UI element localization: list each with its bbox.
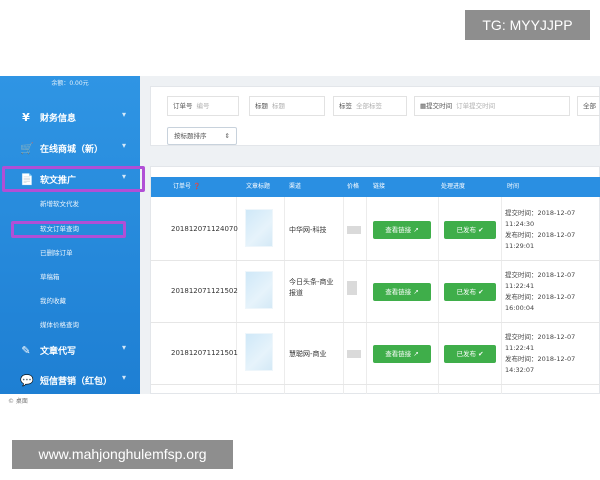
status-published-button[interactable]: 已发布 ✔ <box>444 221 496 239</box>
order-number-field[interactable]: 订单号 编号 <box>167 96 239 116</box>
highlight-box-order-query <box>11 221 126 238</box>
sidebar-item-finance[interactable]: ¥ 财务信息 ▾ <box>0 106 140 128</box>
status-published-button[interactable]: 已发布 ✔ <box>444 283 496 301</box>
status-select[interactable]: 全部 <box>577 96 600 116</box>
col-label: 订单号 <box>173 183 192 190</box>
price-blurred <box>347 226 361 234</box>
col-progress: 处理进度 <box>441 183 466 190</box>
col-channel: 渠道 <box>289 183 302 190</box>
help-icon: ❓ <box>192 183 201 190</box>
time-cell: 提交时间：2018-12-07 11:22:41 发布时间：2018-12-07… <box>505 332 595 376</box>
channel-name: 今日头条-商业报道 <box>289 278 334 297</box>
view-link-button[interactable]: 查看链接 ↗ <box>373 221 431 239</box>
time-cell: 提交时间：2018-12-07 11:22:41 发布时间：2018-12-07… <box>505 270 595 314</box>
time-cell: 提交时间：2018-12-07 11:24:30 发布时间：2018-12-07… <box>505 208 595 252</box>
external-link-icon: ↗ <box>413 226 419 234</box>
sort-arrows-icon: ⇕ <box>224 132 230 140</box>
submit-time: 提交时间：2018-12-07 11:22:41 <box>505 271 576 290</box>
sidebar-subitem-drafts[interactable]: 草稿箱 <box>0 268 140 286</box>
edit-icon: ✎ <box>21 343 31 357</box>
button-label: 已发布 <box>456 288 476 296</box>
article-thumbnail-blurred <box>245 333 273 371</box>
sidebar-item-label: 文章代写 <box>40 346 77 357</box>
field-label: 标题 <box>255 102 268 110</box>
channel-name: 慧聪网-商业 <box>289 350 327 358</box>
view-link-button[interactable]: 查看链接 ↗ <box>373 345 431 363</box>
watermark-url: www.mahjonghulemfsp.org <box>12 440 233 469</box>
sidebar-subitem-media-prices[interactable]: 媒体价格查询 <box>0 316 140 334</box>
watermark-tg: TG: MYYJJPP <box>465 10 590 40</box>
table-header: 订单号 ❓ 文章标题 渠道 价格 链接 处理进度 时间 <box>151 177 600 197</box>
col-price: 价格 <box>347 183 360 190</box>
order-number: 201812071121501 <box>171 349 238 357</box>
sidebar-subitem-new-order[interactable]: 新增软文代发 <box>0 195 140 213</box>
button-label: 查看链接 <box>385 288 412 296</box>
field-placeholder: 订单提交时间 <box>456 102 496 110</box>
sidebar-item-article-writing[interactable]: ✎ 文章代写 ▾ <box>0 339 140 361</box>
col-link: 链接 <box>373 183 386 190</box>
status-footer: © 桌面 <box>8 398 28 405</box>
external-link-icon: ↗ <box>413 350 419 358</box>
check-icon: ✔ <box>478 350 484 358</box>
table-row: 201812071124070 中华网-科技 查看链接 ↗ 已发布 ✔ 提交时间… <box>151 199 600 261</box>
sidebar-subitem-deleted-orders[interactable]: 已删除订单 <box>0 244 140 262</box>
button-label: 已发布 <box>456 226 476 234</box>
price-blurred <box>347 350 361 358</box>
sidebar-item-sms-marketing[interactable]: 💬 短信营销（红包） ▾ <box>0 369 140 391</box>
field-placeholder: 标题 <box>272 102 285 110</box>
check-icon: ✔ <box>478 288 484 296</box>
sidebar-item-label: 短信营销（红包） <box>40 376 113 387</box>
publish-time: 发布时间：2018-12-07 11:29:01 <box>505 231 576 250</box>
screenshot-canvas: 余额：0.00元 ¥ 财务信息 ▾ 🛒 在线商城（新） ▾ 📄 软文推广 ▾ 新… <box>0 0 600 480</box>
yen-icon: ¥ <box>22 110 30 124</box>
submit-time: 提交时间：2018-12-07 11:24:30 <box>505 209 576 228</box>
sort-button[interactable]: 按标题排序 ⇕ <box>167 127 237 145</box>
field-label: 标签 <box>339 102 352 110</box>
field-placeholder: 全部标签 <box>356 102 382 110</box>
col-time: 时间 <box>507 183 520 190</box>
field-placeholder: 编号 <box>196 102 210 110</box>
balance-text: 余额：0.00元 <box>51 80 89 87</box>
submit-time: 提交时间：2018-12-07 11:22:41 <box>505 333 576 352</box>
publish-time: 发布时间：2018-12-07 16:00:04 <box>505 293 576 312</box>
price-blurred <box>347 281 357 295</box>
article-thumbnail-blurred <box>245 271 273 309</box>
publish-time: 发布时间：2018-12-07 14:32:07 <box>505 355 576 374</box>
field-label: 提交时间 <box>426 102 453 110</box>
title-field[interactable]: 标题 标题 <box>249 96 325 116</box>
sidebar-item-label: 财务信息 <box>40 113 77 124</box>
tag-field[interactable]: 标签 全部标签 <box>333 96 407 116</box>
order-number: 201812071121502 <box>171 287 238 295</box>
submit-time-field[interactable]: ▦提交时间 订单提交时间 <box>414 96 570 116</box>
chevron-down-icon: ▾ <box>121 343 126 352</box>
sidebar-item-online-mall[interactable]: 🛒 在线商城（新） ▾ <box>0 137 140 159</box>
chevron-down-icon: ▾ <box>121 110 126 119</box>
chevron-down-icon: ▾ <box>121 141 126 150</box>
sort-label: 按标题排序 <box>174 132 207 140</box>
table-row: 201812071121501 慧聪网-商业 查看链接 ↗ 已发布 ✔ 提交时间… <box>151 323 600 385</box>
view-link-button[interactable]: 查看链接 ↗ <box>373 283 431 301</box>
chevron-down-icon: ▾ <box>121 373 126 382</box>
admin-app: 余额：0.00元 ¥ 财务信息 ▾ 🛒 在线商城（新） ▾ 📄 软文推广 ▾ 新… <box>0 76 600 394</box>
button-label: 已发布 <box>456 350 476 358</box>
sidebar-subitem-favorites[interactable]: 我的收藏 <box>0 292 140 310</box>
button-label: 查看链接 <box>385 226 412 234</box>
article-thumbnail-blurred <box>245 209 273 247</box>
check-icon: ✔ <box>478 226 484 234</box>
filter-panel: 订单号 编号 标题 标题 标签 全部标签 ▦提交时间 订单提交时间 全部 按标题排序 ⇕ <box>150 86 600 146</box>
cart-icon: 🛒 <box>20 141 34 155</box>
col-order-number: 订单号 ❓ <box>173 177 200 197</box>
table-row: 201812071121502 今日头条-商业报道 查看链接 ↗ 已发布 ✔ 提… <box>151 261 600 323</box>
external-link-icon: ↗ <box>413 288 419 296</box>
status-published-button[interactable]: 已发布 ✔ <box>444 345 496 363</box>
button-label: 查看链接 <box>385 350 412 358</box>
channel-name: 中华网-科技 <box>289 226 327 234</box>
sidebar-item-label: 在线商城（新） <box>40 144 104 155</box>
chat-icon: 💬 <box>20 373 34 387</box>
highlight-box-promo <box>2 166 145 192</box>
field-label: 订单号 <box>173 102 193 110</box>
col-article-title: 文章标题 <box>246 183 271 190</box>
order-number: 201812071124070 <box>171 225 238 233</box>
orders-table: 订单号 ❓ 文章标题 渠道 价格 链接 处理进度 时间 201812071124… <box>150 166 600 394</box>
